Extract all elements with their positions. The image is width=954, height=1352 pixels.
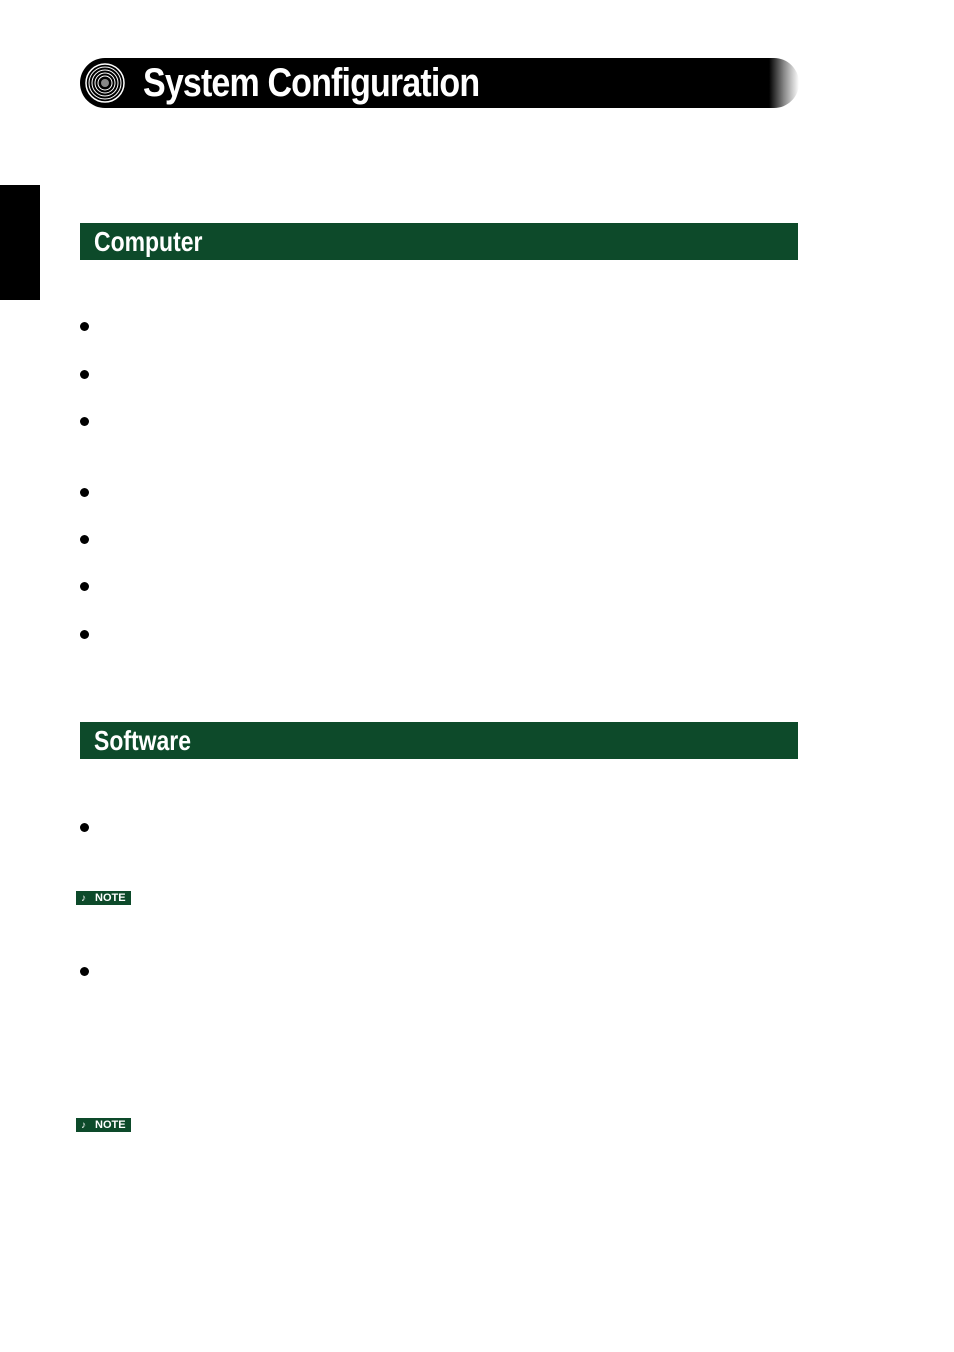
note-label: NOTE: [95, 1119, 126, 1131]
side-tab: [0, 185, 40, 300]
section-heading-text: Software: [94, 725, 191, 757]
page-title-banner: System Configuration: [80, 58, 795, 108]
note-badge: ♪ NOTE: [76, 891, 131, 905]
page-title: System Configuration: [143, 61, 479, 106]
note-label: NOTE: [95, 892, 126, 904]
section-heading-text: Computer: [94, 226, 202, 258]
section-heading-computer: Computer: [80, 223, 798, 260]
section-heading-software: Software: [80, 722, 798, 759]
bullet-icon: [80, 823, 89, 832]
bullet-icon: [80, 967, 89, 976]
music-note-icon: ♪: [81, 1120, 92, 1131]
bullet-icon: [80, 535, 89, 544]
bullet-icon: [80, 582, 89, 591]
music-note-icon: ♪: [81, 893, 92, 904]
bullet-icon: [80, 630, 89, 639]
note-badge: ♪ NOTE: [76, 1118, 131, 1132]
concentric-circles-icon: [85, 63, 125, 103]
bullet-icon: [80, 322, 89, 331]
bullet-icon: [80, 370, 89, 379]
bullet-icon: [80, 488, 89, 497]
bullet-icon: [80, 417, 89, 426]
